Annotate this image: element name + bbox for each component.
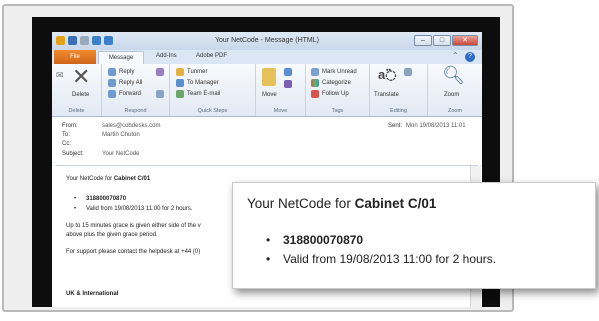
callout-validity: Valid from 19/08/2013 11:00 for 2 hours.: [283, 252, 497, 266]
to-manager-icon: [176, 79, 184, 87]
reply-all-button[interactable]: Reply All: [119, 80, 142, 86]
respond-group-label: Respond: [124, 108, 147, 114]
reply-all-icon: [108, 79, 116, 87]
close-button[interactable]: ✕: [452, 35, 478, 46]
subject-label: Subject:: [62, 151, 84, 157]
delete-group: ✉ ✕ Delete Delete: [52, 64, 102, 116]
callout-intro: Your NetCode for Cabinet C/01: [247, 196, 436, 211]
body-intro-cabinet: Cabinet C/01: [113, 176, 151, 182]
from-value[interactable]: sales@cobdesks.com: [102, 123, 160, 129]
forward-icon: [108, 90, 116, 98]
more-respond-icon[interactable]: [156, 90, 164, 98]
mark-unread-icon: [311, 68, 319, 76]
message-header: From: sales@cobdesks.com To: Martin Chut…: [52, 117, 482, 165]
categorize-button[interactable]: Categorize: [322, 80, 351, 86]
quick-step-icon: [176, 68, 184, 76]
quick-step-to-manager[interactable]: To Manager: [187, 80, 219, 86]
to-label: To:: [62, 132, 71, 138]
magnified-callout: Your NetCode for Cabinet C/01 • 31880007…: [232, 182, 596, 289]
ignore-icon[interactable]: ✉: [56, 70, 64, 81]
tab-message[interactable]: Message: [98, 51, 144, 64]
translate-icon[interactable]: a߳: [378, 67, 397, 83]
editing-group: a߳ Translate Editing: [370, 64, 428, 116]
body-grace-line-2: above plus the given grace period.: [66, 232, 158, 238]
tab-adobe-pdf[interactable]: Adobe PDF: [196, 53, 227, 59]
find-icon[interactable]: [404, 68, 412, 76]
categorize-icon: [311, 79, 319, 87]
mark-unread-button[interactable]: Mark Unread: [322, 69, 357, 75]
quick-step-tunmer[interactable]: Tunmer: [187, 69, 207, 75]
zoom-group-label: Zoom: [447, 108, 463, 114]
sent-value: Mon 19/08/2013 11:01: [406, 123, 466, 129]
rules-icon[interactable]: [284, 68, 292, 76]
subject-value: Your NetCode: [102, 151, 140, 157]
maximize-button[interactable]: □: [433, 35, 451, 46]
callout-intro-prefix: Your NetCode for: [247, 196, 355, 211]
delete-button[interactable]: Delete: [72, 92, 89, 98]
ribbon: ✉ ✕ Delete Delete Reply Reply All Forwar…: [52, 64, 482, 117]
tags-group-label: Tags: [331, 108, 344, 114]
tab-file[interactable]: File: [54, 50, 96, 64]
from-label: From:: [62, 123, 78, 129]
zoom-group: 🔍︎ Zoom Zoom: [428, 64, 482, 116]
move-group: Move Move: [256, 64, 306, 116]
editing-group-label: Editing: [390, 108, 407, 114]
minimize-ribbon-icon[interactable]: ⌃: [452, 51, 459, 60]
sent-label: Sent:: [388, 123, 403, 129]
move-group-label: Move: [273, 108, 288, 114]
help-icon[interactable]: ?: [465, 52, 475, 62]
callout-bullet-2: •: [266, 252, 271, 266]
minimize-button[interactable]: –: [414, 35, 432, 46]
body-grace-line-1: Up to 15 minutes grace is given either s…: [66, 223, 201, 229]
to-value[interactable]: Martin Chuton: [102, 132, 140, 138]
ribbon-tab-bar: File Message Add-Ins Adobe PDF ⌃ ?: [52, 50, 482, 65]
move-button[interactable]: Move: [262, 92, 277, 98]
tags-group: Mark Unread Categorize Follow Up Tags: [306, 64, 370, 116]
forward-button[interactable]: Forward: [119, 91, 141, 97]
callout-intro-cabinet: Cabinet C/01: [354, 196, 437, 211]
title-bar: Your NetCode - Message (HTML) – □ ✕: [52, 32, 482, 50]
body-bullet-2: •: [74, 206, 77, 212]
reply-button[interactable]: Reply: [119, 69, 134, 75]
body-intro-prefix: Your NetCode for: [66, 176, 114, 182]
body-intro: Your NetCode for Cabinet C/01: [66, 176, 150, 182]
meeting-icon[interactable]: [156, 68, 164, 76]
body-validity: Valid from 19/08/2013 11:00 for 2 hours.: [86, 206, 193, 212]
onenote-icon[interactable]: [284, 80, 292, 88]
delete-group-label: Delete: [68, 108, 85, 114]
quick-steps-group-label: Quick Steps: [197, 108, 228, 114]
translate-button[interactable]: Translate: [374, 92, 399, 98]
quick-step-team-email[interactable]: Team E-mail: [187, 91, 220, 97]
zoom-button[interactable]: Zoom: [444, 92, 459, 98]
zoom-icon[interactable]: 🔍︎: [442, 66, 465, 84]
callout-bullet-1: •: [266, 233, 271, 247]
body-footer: UK & International: [66, 291, 119, 297]
body-support: For support please contact the helpdesk …: [66, 249, 201, 255]
follow-up-flag-icon: [311, 90, 319, 98]
body-code: 318800070870: [86, 196, 127, 202]
move-icon[interactable]: [262, 68, 276, 86]
quick-steps-group: Tunmer To Manager Team E-mail Quick Step…: [170, 64, 256, 116]
body-bullet-1: •: [74, 196, 77, 202]
follow-up-button[interactable]: Follow Up: [322, 91, 349, 97]
team-email-icon: [176, 90, 184, 98]
cc-label: Cc:: [62, 141, 71, 147]
callout-code: 318800070870: [283, 233, 364, 247]
delete-icon[interactable]: ✕: [72, 66, 90, 88]
reply-icon: [108, 68, 116, 76]
respond-group: Reply Reply All Forward Respond: [102, 64, 170, 116]
tab-add-ins[interactable]: Add-Ins: [156, 53, 177, 59]
